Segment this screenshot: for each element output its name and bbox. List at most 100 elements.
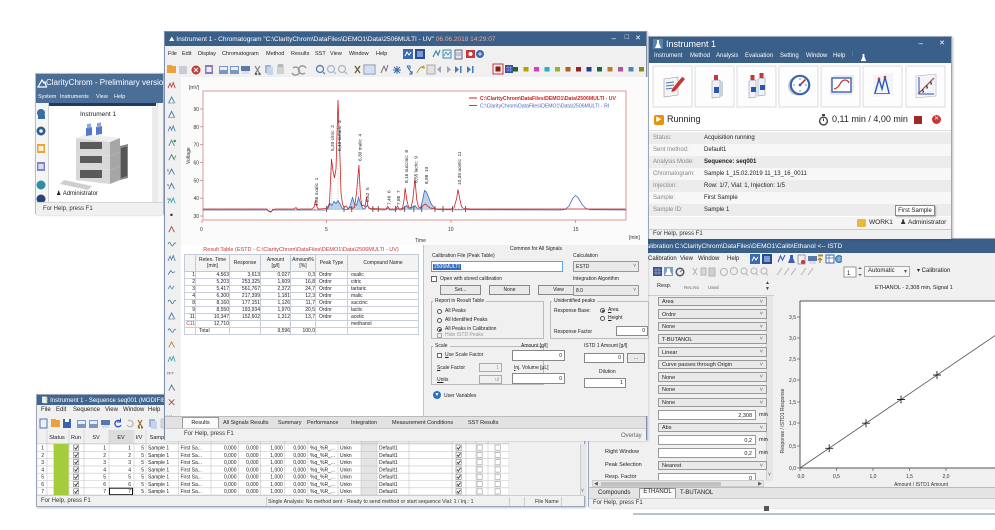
svg-text:FFT: FFT [167,372,174,376]
svg-text:80: 80 [193,125,199,131]
svg-text:Default1: Default1 [379,475,398,481]
svg-text:Default1: Default1 [379,467,398,473]
svg-text:1,000: 1,000 [270,467,283,473]
svg-text:2: 2 [128,453,131,459]
svg-text:First Sa...: First Sa... [181,453,202,459]
svg-text:Time: Time [415,238,426,244]
svg-text:1,5: 1,5 [789,400,796,406]
svg-text:1,5: 1,5 [906,474,913,480]
svg-text:%q_%R_...: %q_%R_... [310,482,335,488]
svg-text:First Sa...: First Sa... [181,482,202,488]
svg-text:Sample 1: Sample 1 [148,460,169,466]
svg-text:0,000: 0,000 [293,445,306,451]
svg-text:0,000: 0,000 [224,482,237,488]
svg-text:0,000: 0,000 [224,460,237,466]
svg-text:8,98 10: 8,98 10 [424,166,430,184]
svg-text:Sample 1: Sample 1 [148,482,169,488]
svg-text:Default1: Default1 [379,482,398,488]
svg-text:6,62 5: 6,62 5 [365,187,371,202]
svg-text:b: b [167,168,169,172]
svg-text:6,30 malic 4: 6,30 malic 4 [358,133,364,161]
svg-text:5: 5 [103,475,106,481]
svg-text:%q_%R_...: %q_%R_... [310,475,335,481]
svg-text:Unkn: Unkn [340,453,352,459]
svg-text:5: 5 [141,482,144,488]
svg-text:0,000: 0,000 [293,467,306,473]
svg-text:1,000: 1,000 [270,460,283,466]
svg-text:0,000: 0,000 [246,460,259,466]
svg-text:First Sa...: First Sa... [181,475,202,481]
svg-text:Response / ISTD1 Response: Response / ISTD1 Response [780,388,786,453]
svg-text:Unkn: Unkn [340,445,352,451]
svg-text:C:\ClarityChrom\DataFiles\DEMO: C:\ClarityChrom\DataFiles\DEMO1\Data\250… [480,104,609,110]
svg-text:4: 4 [41,467,44,473]
svg-text:5,42 tartaric 3: 5,42 tartaric 3 [337,120,343,151]
svg-text:0,000: 0,000 [293,482,306,488]
svg-text:0,0: 0,0 [789,466,796,472]
svg-text:5: 5 [41,475,44,481]
svg-text:0: 0 [200,227,203,233]
svg-text:Unkn: Unkn [340,467,352,473]
svg-text:0,000: 0,000 [224,445,237,451]
svg-text:6: 6 [128,482,131,488]
svg-text:90: 90 [193,107,199,113]
svg-text:2: 2 [103,453,106,459]
svg-text:0,000: 0,000 [224,475,237,481]
svg-text:%q_%R_...: %q_%R_... [310,467,335,473]
svg-text:7,46 6: 7,46 6 [387,190,393,205]
svg-text:Sample 1: Sample 1 [148,467,169,473]
svg-text:3,0: 3,0 [789,336,796,342]
svg-text:1: 1 [41,445,44,451]
svg-text:Default1: Default1 [379,453,398,459]
svg-text:Status: Status [49,435,65,441]
svg-text:Run: Run [71,435,81,441]
svg-text:0,000: 0,000 [246,467,259,473]
svg-text:Default1: Default1 [379,445,398,451]
svg-text:30: 30 [193,214,199,220]
svg-text:0,000: 0,000 [246,475,259,481]
svg-text:First Sa...: First Sa... [181,460,202,466]
svg-text:First Sa...: First Sa... [181,467,202,473]
svg-text:Sample 1: Sample 1 [148,445,169,451]
svg-text:1: 1 [103,445,106,451]
svg-text:1,000: 1,000 [270,453,283,459]
svg-text:Unkn: Unkn [340,460,352,466]
svg-text:4: 4 [128,467,131,473]
svg-text:5,20 citric 2: 5,20 citric 2 [330,125,336,151]
svg-text:%q_%R_...: %q_%R_... [310,445,335,451]
svg-text:4,56 oxalic 1: 4,56 oxalic 1 [314,177,320,206]
svg-text:%q_%R_...: %q_%R_... [310,460,335,466]
svg-text:s: s [167,197,169,201]
svg-text:0,000: 0,000 [224,467,237,473]
svg-text:1,000: 1,000 [270,475,283,481]
svg-text:7,85 7: 7,85 7 [396,190,402,205]
svg-text:Unkn: Unkn [340,475,352,481]
svg-text:%q_%R_...: %q_%R_... [310,453,335,459]
svg-text:2,0: 2,0 [789,378,796,384]
svg-text:1,0: 1,0 [870,474,877,480]
svg-text:0,000: 0,000 [246,482,259,488]
svg-text:0,000: 0,000 [293,453,306,459]
svg-text:0,000: 0,000 [246,453,259,459]
svg-text:1,000: 1,000 [270,482,283,488]
svg-text:0,0: 0,0 [798,474,805,480]
svg-text:0,5: 0,5 [789,444,796,450]
svg-text:50: 50 [193,178,199,184]
svg-text:SV: SV [92,435,100,441]
svg-text:Unkn: Unkn [340,482,352,488]
svg-text:3: 3 [103,460,106,466]
svg-text:s: s [167,183,169,187]
svg-text:ETHANOL - 2,308 min, Signal 1: ETHANOL - 2,308 min, Signal 1 [875,285,953,291]
svg-text:6: 6 [103,482,106,488]
svg-text:8,55 lactic 9: 8,55 lactic 9 [414,156,420,183]
svg-text:5: 5 [141,467,144,473]
svg-text:1,0: 1,0 [789,421,796,427]
svg-text:60: 60 [193,161,199,167]
svg-text:1,000: 1,000 [270,445,283,451]
svg-text:3: 3 [128,460,131,466]
svg-text:I/V: I/V [136,435,143,441]
svg-text:15: 15 [573,227,579,233]
svg-text:Sample 1: Sample 1 [148,475,169,481]
svg-text:70: 70 [193,143,199,149]
svg-text:3,5: 3,5 [789,315,796,321]
